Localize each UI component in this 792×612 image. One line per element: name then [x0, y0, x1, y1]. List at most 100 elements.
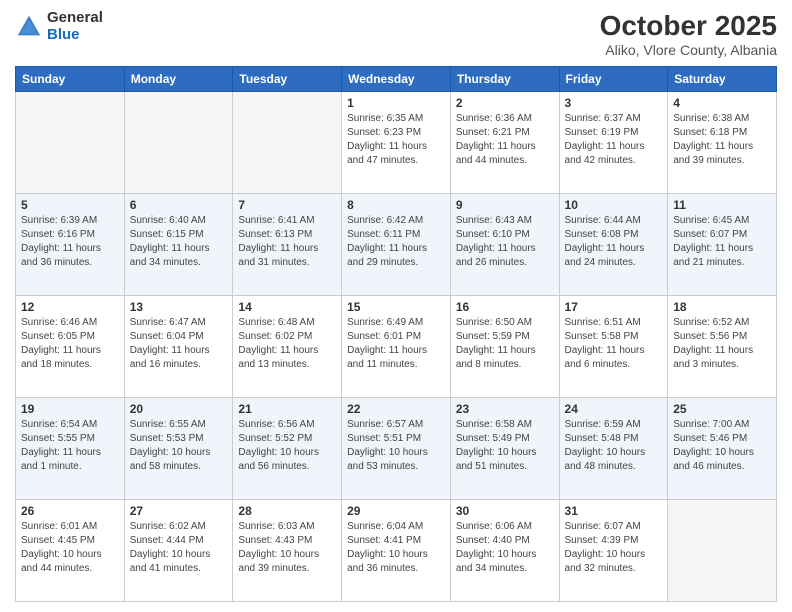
day-number: 11: [673, 198, 771, 212]
day-number: 4: [673, 96, 771, 110]
calendar-week-row: 19 Sunrise: 6:54 AM Sunset: 5:55 PM Dayli…: [16, 398, 777, 500]
day-info: Sunrise: 6:06 AM Sunset: 4:40 PM Dayligh…: [456, 520, 554, 576]
day-number: 28: [238, 504, 336, 518]
day-info: Sunrise: 6:07 AM Sunset: 4:39 PM Dayligh…: [565, 520, 663, 576]
table-row: 4 Sunrise: 6:38 AM Sunset: 6:18 PM Daylig…: [668, 92, 777, 194]
table-row: 22 Sunrise: 6:57 AM Sunset: 5:51 PM Dayli…: [342, 398, 451, 500]
day-info: Sunrise: 6:37 AM Sunset: 6:19 PM Dayligh…: [565, 112, 663, 168]
day-info: Sunrise: 6:54 AM Sunset: 5:55 PM Dayligh…: [21, 418, 119, 474]
calendar-week-row: 12Sunrise: 6:46 AM Sunset: 6:05 PM Dayli…: [16, 296, 777, 398]
page: General Blue October 2025 Aliko, Vlore C…: [0, 0, 792, 612]
calendar-week-row: 26Sunrise: 6:01 AM Sunset: 4:45 PM Dayli…: [16, 500, 777, 602]
day-info: Sunrise: 6:59 AM Sunset: 5:48 PM Dayligh…: [565, 418, 663, 474]
day-number: 13: [130, 300, 228, 314]
day-number: 26: [21, 504, 119, 518]
day-number: 16: [456, 300, 554, 314]
day-number: 17: [565, 300, 663, 314]
day-number: 14: [238, 300, 336, 314]
table-row: 19 Sunrise: 6:54 AM Sunset: 5:55 PM Dayli…: [16, 398, 125, 500]
day-number: 21: [238, 402, 336, 416]
logo-general-text: General: [47, 10, 103, 27]
table-row: 21 Sunrise: 6:56 AM Sunset: 5:52 PM Dayli…: [233, 398, 342, 500]
day-number: 10: [565, 198, 663, 212]
calendar-week-row: 1Sunrise: 6:35 AM Sunset: 6:23 PM Daylig…: [16, 92, 777, 194]
logo: General Blue: [15, 10, 103, 43]
calendar-table: Sunday Monday Tuesday Wednesday Thursday…: [15, 66, 777, 602]
table-row: 1Sunrise: 6:35 AM Sunset: 6:23 PM Daylig…: [342, 92, 451, 194]
day-info: Sunrise: 6:57 AM Sunset: 5:51 PM Dayligh…: [347, 418, 445, 474]
col-thursday: Thursday: [450, 67, 559, 92]
table-row: 20 Sunrise: 6:55 AM Sunset: 5:53 PM Dayli…: [124, 398, 233, 500]
table-row: 30 Sunrise: 6:06 AM Sunset: 4:40 PM Dayli…: [450, 500, 559, 602]
col-saturday: Saturday: [668, 67, 777, 92]
day-info: Sunrise: 6:45 AM Sunset: 6:07 PM Dayligh…: [673, 214, 771, 270]
table-row: 25 Sunrise: 7:00 AM Sunset: 5:46 PM Dayli…: [668, 398, 777, 500]
table-row: 12Sunrise: 6:46 AM Sunset: 6:05 PM Dayli…: [16, 296, 125, 398]
day-info: Sunrise: 6:04 AM Sunset: 4:41 PM Dayligh…: [347, 520, 445, 576]
table-row: 29 Sunrise: 6:04 AM Sunset: 4:41 PM Dayli…: [342, 500, 451, 602]
day-info: Sunrise: 7:00 AM Sunset: 5:46 PM Dayligh…: [673, 418, 771, 474]
day-info: Sunrise: 6:36 AM Sunset: 6:21 PM Dayligh…: [456, 112, 554, 168]
day-number: 15: [347, 300, 445, 314]
day-info: Sunrise: 6:55 AM Sunset: 5:53 PM Dayligh…: [130, 418, 228, 474]
day-info: Sunrise: 6:51 AM Sunset: 5:58 PM Dayligh…: [565, 316, 663, 372]
day-number: 22: [347, 402, 445, 416]
table-row: 18 Sunrise: 6:52 AM Sunset: 5:56 PM Dayli…: [668, 296, 777, 398]
day-info: Sunrise: 6:44 AM Sunset: 6:08 PM Dayligh…: [565, 214, 663, 270]
col-tuesday: Tuesday: [233, 67, 342, 92]
table-row: 31 Sunrise: 6:07 AM Sunset: 4:39 PM Dayli…: [559, 500, 668, 602]
day-number: 20: [130, 402, 228, 416]
table-row: 13Sunrise: 6:47 AM Sunset: 6:04 PM Dayli…: [124, 296, 233, 398]
table-row: 27 Sunrise: 6:02 AM Sunset: 4:44 PM Dayli…: [124, 500, 233, 602]
day-number: 1: [347, 96, 445, 110]
table-row: 15 Sunrise: 6:49 AM Sunset: 6:01 PM Dayli…: [342, 296, 451, 398]
day-number: 31: [565, 504, 663, 518]
table-row: 10 Sunrise: 6:44 AM Sunset: 6:08 PM Dayli…: [559, 194, 668, 296]
subtitle: Aliko, Vlore County, Albania: [600, 42, 777, 58]
day-number: 19: [21, 402, 119, 416]
day-info: Sunrise: 6:48 AM Sunset: 6:02 PM Dayligh…: [238, 316, 336, 372]
table-row: [668, 500, 777, 602]
day-info: Sunrise: 6:52 AM Sunset: 5:56 PM Dayligh…: [673, 316, 771, 372]
day-info: Sunrise: 6:50 AM Sunset: 5:59 PM Dayligh…: [456, 316, 554, 372]
title-block: October 2025 Aliko, Vlore County, Albani…: [600, 10, 777, 58]
day-info: Sunrise: 6:49 AM Sunset: 6:01 PM Dayligh…: [347, 316, 445, 372]
day-info: Sunrise: 6:43 AM Sunset: 6:10 PM Dayligh…: [456, 214, 554, 270]
table-row: [124, 92, 233, 194]
table-row: 6 Sunrise: 6:40 AM Sunset: 6:15 PM Daylig…: [124, 194, 233, 296]
table-row: 11 Sunrise: 6:45 AM Sunset: 6:07 PM Dayli…: [668, 194, 777, 296]
day-info: Sunrise: 6:02 AM Sunset: 4:44 PM Dayligh…: [130, 520, 228, 576]
table-row: 5 Sunrise: 6:39 AM Sunset: 6:16 PM Daylig…: [16, 194, 125, 296]
day-info: Sunrise: 6:56 AM Sunset: 5:52 PM Dayligh…: [238, 418, 336, 474]
table-row: 16 Sunrise: 6:50 AM Sunset: 5:59 PM Dayli…: [450, 296, 559, 398]
day-number: 30: [456, 504, 554, 518]
day-number: 27: [130, 504, 228, 518]
table-row: 7Sunrise: 6:41 AM Sunset: 6:13 PM Daylig…: [233, 194, 342, 296]
logo-icon: [15, 13, 43, 41]
day-number: 23: [456, 402, 554, 416]
day-number: 9: [456, 198, 554, 212]
table-row: 23Sunrise: 6:58 AM Sunset: 5:49 PM Dayli…: [450, 398, 559, 500]
table-row: 3Sunrise: 6:37 AM Sunset: 6:19 PM Daylig…: [559, 92, 668, 194]
day-info: Sunrise: 6:40 AM Sunset: 6:15 PM Dayligh…: [130, 214, 228, 270]
table-row: 9 Sunrise: 6:43 AM Sunset: 6:10 PM Daylig…: [450, 194, 559, 296]
main-title: October 2025: [600, 10, 777, 42]
calendar-header-row: Sunday Monday Tuesday Wednesday Thursday…: [16, 67, 777, 92]
day-number: 25: [673, 402, 771, 416]
day-number: 2: [456, 96, 554, 110]
day-number: 29: [347, 504, 445, 518]
col-friday: Friday: [559, 67, 668, 92]
day-number: 24: [565, 402, 663, 416]
logo-blue-text: Blue: [47, 27, 103, 44]
logo-text: General Blue: [47, 10, 103, 43]
day-number: 6: [130, 198, 228, 212]
day-number: 7: [238, 198, 336, 212]
day-info: Sunrise: 6:38 AM Sunset: 6:18 PM Dayligh…: [673, 112, 771, 168]
day-number: 18: [673, 300, 771, 314]
day-info: Sunrise: 6:39 AM Sunset: 6:16 PM Dayligh…: [21, 214, 119, 270]
day-number: 5: [21, 198, 119, 212]
table-row: 14 Sunrise: 6:48 AM Sunset: 6:02 PM Dayli…: [233, 296, 342, 398]
day-number: 12: [21, 300, 119, 314]
table-row: [16, 92, 125, 194]
table-row: [233, 92, 342, 194]
